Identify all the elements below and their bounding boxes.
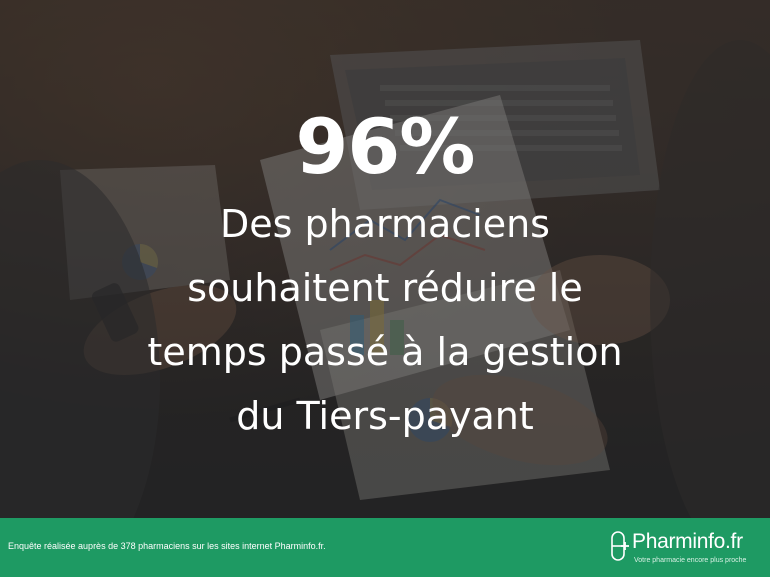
headline-stat: 96%: [295, 102, 476, 191]
headline-line-4: du Tiers-payant: [236, 394, 534, 438]
headline: 96% Des pharmaciens souhaitent réduire l…: [0, 102, 770, 448]
brand-name: Pharminfo.fr: [632, 530, 743, 553]
survey-source-note: Enquête réalisée auprès de 378 pharmacie…: [8, 541, 326, 551]
headline-line-3: temps passé à la gestion: [147, 330, 623, 374]
headline-line-1: Des pharmaciens: [220, 202, 550, 246]
pharmacy-cross-capsule-icon: [608, 530, 632, 562]
headline-line-2: souhaitent réduire le: [187, 266, 583, 310]
brand-tagline: Votre pharmacie encore plus proche: [634, 557, 747, 564]
brand-logo-link[interactable]: Pharminfo.fr Votre pharmacie encore plus…: [608, 528, 766, 572]
infographic: 96% Des pharmaciens souhaitent réduire l…: [0, 0, 770, 577]
footer-bar: Enquête réalisée auprès de 378 pharmacie…: [0, 518, 770, 577]
